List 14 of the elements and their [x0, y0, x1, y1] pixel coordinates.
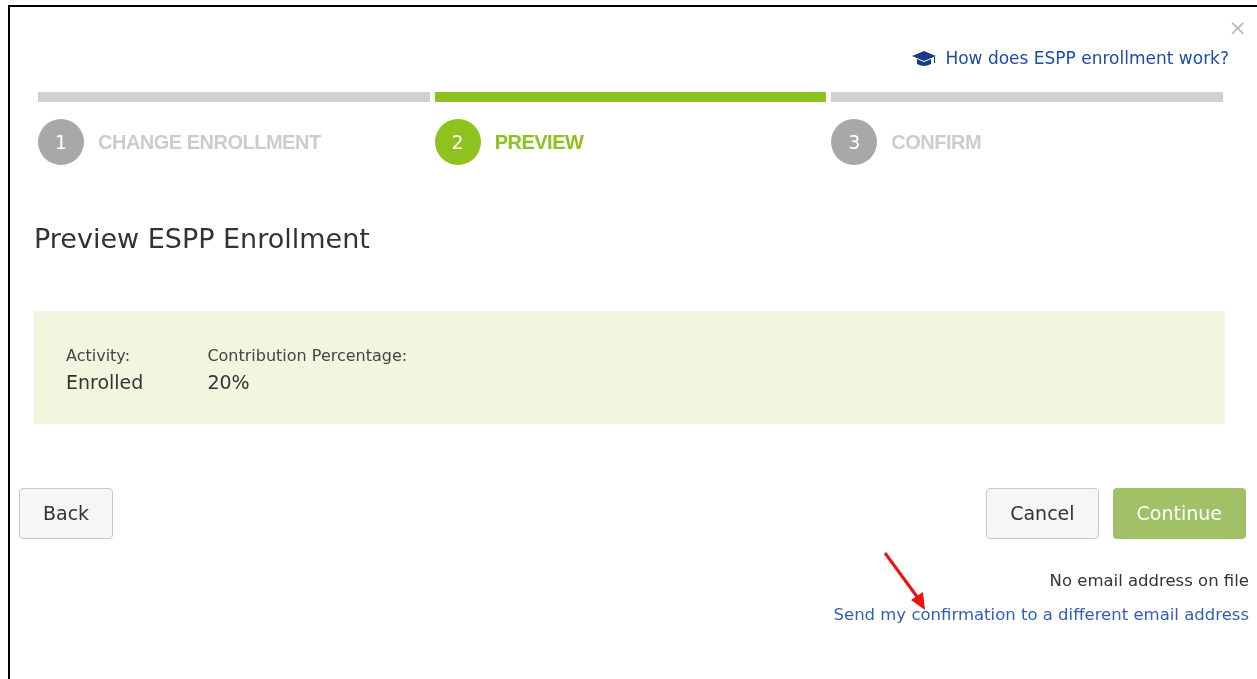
step-number: 2 — [434, 119, 481, 165]
summary-value: Enrolled — [66, 369, 144, 395]
step-number: 3 — [831, 119, 878, 165]
cancel-button[interactable]: Cancel — [986, 487, 1099, 539]
step-label: PREVIEW — [494, 130, 584, 155]
back-button[interactable]: Back — [19, 487, 114, 539]
step-number: 1 — [38, 119, 84, 165]
help-link[interactable]: How does ESPP enrollment work? — [945, 46, 1229, 72]
summary-label: Contribution Percentage: — [207, 344, 408, 367]
summary-label: Activity: — [66, 344, 132, 367]
page-title: Preview ESPP Enrollment — [34, 222, 371, 256]
email-note: No email address on file — [1049, 569, 1249, 592]
summary-value: 20% — [207, 369, 251, 395]
email-link[interactable]: Send my confirmation to a different email address — [833, 603, 1249, 628]
